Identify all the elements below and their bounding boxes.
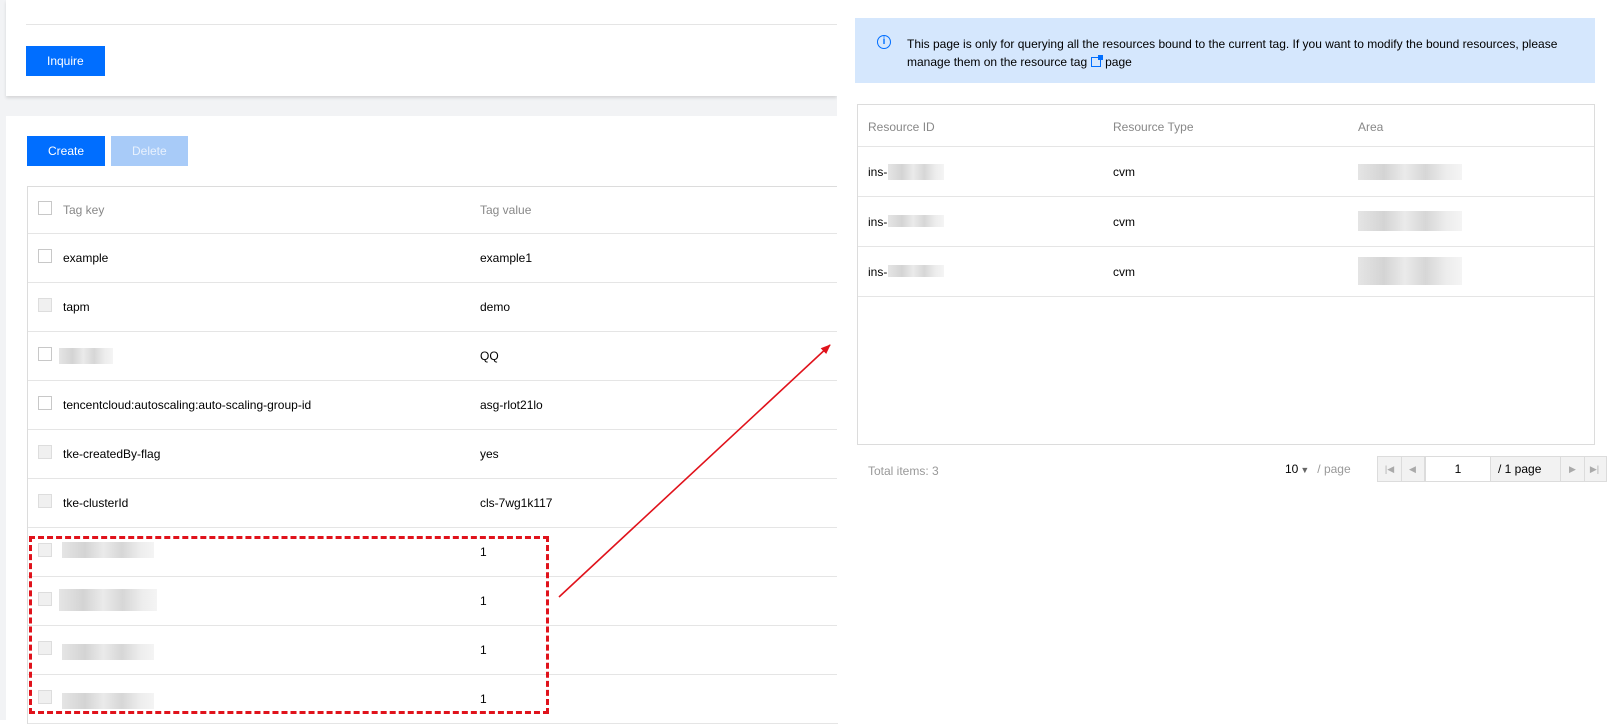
annotation-arrow	[558, 344, 831, 598]
arrow-line	[558, 344, 831, 598]
